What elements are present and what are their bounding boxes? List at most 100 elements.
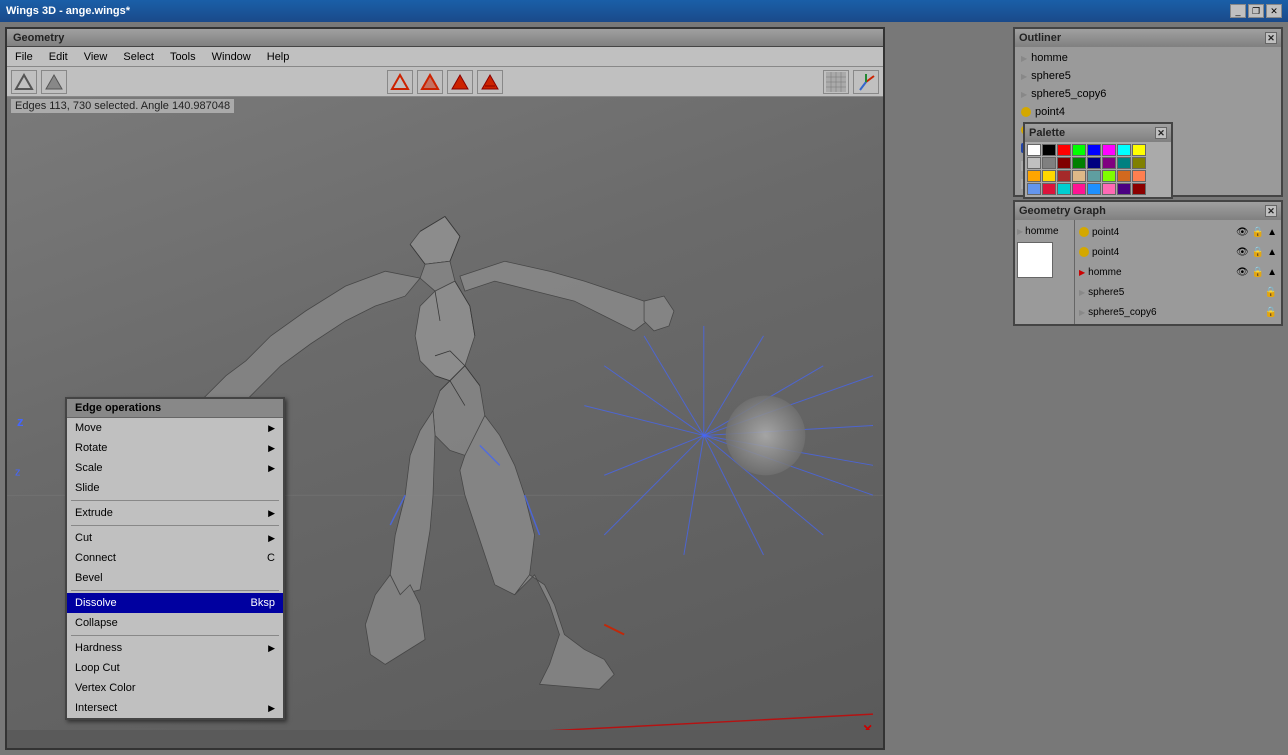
palette-color[interactable]: [1102, 144, 1116, 156]
restore-btn[interactable]: ❐: [1248, 4, 1264, 18]
arrow-icon: ▶: [268, 443, 275, 454]
context-item-cut[interactable]: Cut ▶: [67, 528, 283, 548]
menu-window[interactable]: Window: [204, 49, 259, 65]
palette-color[interactable]: [1057, 157, 1071, 169]
context-item-loopcut[interactable]: Loop Cut: [67, 658, 283, 678]
context-item-vertexcolor[interactable]: Vertex Color: [67, 678, 283, 698]
palette-color[interactable]: [1072, 157, 1086, 169]
geometry-graph-title: Geometry Graph ✕: [1015, 202, 1281, 220]
palette-color[interactable]: [1102, 183, 1116, 195]
palette-color[interactable]: [1027, 144, 1041, 156]
menu-tools[interactable]: Tools: [162, 49, 204, 65]
geograph-item[interactable]: ▶ sphere5 🔒: [1077, 282, 1279, 302]
palette-color[interactable]: [1027, 183, 1041, 195]
palette-color[interactable]: [1132, 170, 1146, 182]
list-item[interactable]: ▶ sphere5_copy6: [1017, 85, 1279, 103]
list-item[interactable]: ▶ homme: [1017, 49, 1279, 67]
palette-color[interactable]: [1087, 170, 1101, 182]
context-item-bevel[interactable]: Bevel: [67, 568, 283, 588]
context-item-scale[interactable]: Scale ▶: [67, 458, 283, 478]
menu-help[interactable]: Help: [259, 49, 298, 65]
palette-color[interactable]: [1087, 144, 1101, 156]
palette-color[interactable]: [1132, 157, 1146, 169]
geograph-item[interactable]: ▶ homme 👁 🔒 ▲: [1077, 262, 1279, 282]
palette-color[interactable]: [1072, 144, 1086, 156]
palette-color[interactable]: [1132, 144, 1146, 156]
palette-color[interactable]: [1072, 170, 1086, 182]
context-item-slide[interactable]: Slide: [67, 478, 283, 498]
palette-color[interactable]: [1117, 183, 1131, 195]
palette-color[interactable]: [1042, 144, 1056, 156]
toolbar-btn-tri-red-half[interactable]: [417, 70, 443, 94]
toolbar-btn-tri-red1[interactable]: [447, 70, 473, 94]
lock-icon[interactable]: 🔒: [1252, 267, 1264, 278]
palette-color[interactable]: [1117, 157, 1131, 169]
geometry-graph-close-btn[interactable]: ✕: [1265, 205, 1277, 217]
arrow-up-icon[interactable]: ▲: [1267, 267, 1277, 278]
palette-color[interactable]: [1117, 144, 1131, 156]
palette-color[interactable]: [1102, 157, 1116, 169]
palette-close-btn[interactable]: ✕: [1155, 127, 1167, 139]
palette-color[interactable]: [1102, 170, 1116, 182]
eye-icon[interactable]: 👁: [1236, 247, 1249, 258]
palette-color[interactable]: [1027, 157, 1041, 169]
list-item[interactable]: ▶ sphere5: [1017, 67, 1279, 85]
menu-select[interactable]: Select: [115, 49, 162, 65]
palette-color[interactable]: [1057, 144, 1071, 156]
title-bar: Wings 3D - ange.wings* _ ❐ ✕: [0, 0, 1288, 22]
geograph-main: point4 👁 🔒 ▲ point4 👁 🔒 ▲ ▶ homme: [1075, 220, 1281, 324]
toolbar-btn-tri-red-outline[interactable]: [387, 70, 413, 94]
svg-text:z: z: [15, 466, 20, 478]
list-item[interactable]: point4: [1017, 103, 1279, 121]
context-item-label: Connect: [75, 552, 116, 564]
geograph-item[interactable]: point4 👁 🔒 ▲: [1077, 222, 1279, 242]
context-item-intersect[interactable]: Intersect ▶: [67, 698, 283, 718]
palette-color[interactable]: [1072, 183, 1086, 195]
palette-color[interactable]: [1087, 183, 1101, 195]
geograph-parent-item[interactable]: ▶ homme: [1017, 222, 1072, 240]
lock-icon[interactable]: 🔒: [1252, 247, 1264, 258]
context-item-move[interactable]: Move ▶: [67, 418, 283, 438]
geograph-item-label: sphere5_copy6: [1088, 307, 1261, 318]
geograph-item[interactable]: point4 👁 🔒 ▲: [1077, 242, 1279, 262]
context-item-label: Cut: [75, 532, 92, 544]
palette-color[interactable]: [1057, 170, 1071, 182]
palette-color[interactable]: [1132, 183, 1146, 195]
minimize-btn[interactable]: _: [1230, 4, 1246, 18]
toolbar-btn-grid[interactable]: [823, 70, 849, 94]
eye-icon[interactable]: 👁: [1236, 267, 1249, 278]
geograph-item[interactable]: ▶ sphere5_copy6 🔒: [1077, 302, 1279, 322]
menu-view[interactable]: View: [76, 49, 116, 65]
lock-icon[interactable]: 🔒: [1265, 287, 1277, 298]
palette-color[interactable]: [1042, 183, 1056, 195]
toolbar-btn-tri-red2[interactable]: [477, 70, 503, 94]
palette-color[interactable]: [1117, 170, 1131, 182]
arrow-up-icon[interactable]: ▲: [1267, 247, 1277, 258]
menu-edit[interactable]: Edit: [41, 49, 76, 65]
geometry-graph-title-text: Geometry Graph: [1019, 205, 1106, 217]
outliner-close-btn[interactable]: ✕: [1265, 32, 1277, 44]
palette-color[interactable]: [1057, 183, 1071, 195]
dot-icon: [1079, 227, 1089, 237]
context-item-extrude[interactable]: Extrude ▶: [67, 503, 283, 523]
context-item-rotate[interactable]: Rotate ▶: [67, 438, 283, 458]
context-item-dissolve[interactable]: Dissolve Bksp: [67, 593, 283, 613]
palette-color[interactable]: [1027, 170, 1041, 182]
toolbar-btn-tri-outline[interactable]: [11, 70, 37, 94]
context-item-label: Bevel: [75, 572, 103, 584]
close-btn[interactable]: ✕: [1266, 4, 1282, 18]
context-item-hardness[interactable]: Hardness ▶: [67, 638, 283, 658]
toolbar-btn-axes[interactable]: [853, 70, 879, 94]
palette-color[interactable]: [1042, 157, 1056, 169]
palette-color[interactable]: [1042, 170, 1056, 182]
context-item-connect[interactable]: Connect C: [67, 548, 283, 568]
lock-icon[interactable]: 🔒: [1252, 227, 1264, 238]
menu-file[interactable]: File: [7, 49, 41, 65]
lock-icon[interactable]: 🔒: [1265, 307, 1277, 318]
context-item-collapse[interactable]: Collapse: [67, 613, 283, 633]
eye-icon[interactable]: 👁: [1236, 227, 1249, 238]
palette-color[interactable]: [1087, 157, 1101, 169]
arrow-up-icon[interactable]: ▲: [1267, 227, 1277, 238]
toolbar-btn-tri-filled[interactable]: [41, 70, 67, 94]
arrow-icon: ▶: [268, 643, 275, 654]
